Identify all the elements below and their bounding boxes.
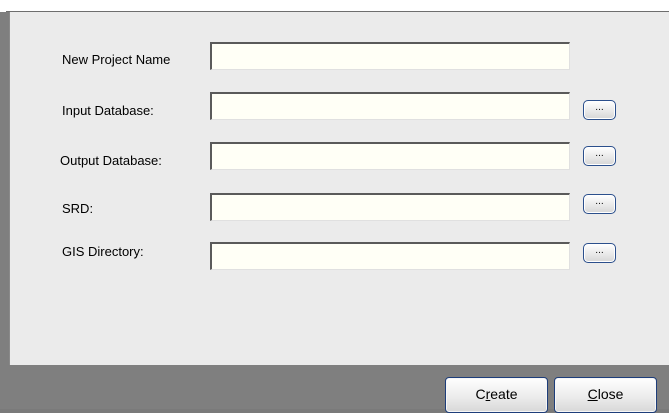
ellipsis-icon: ...: [595, 246, 604, 256]
ellipsis-icon: ...: [595, 149, 604, 159]
srd-field[interactable]: [210, 193, 570, 221]
ellipsis-icon: ...: [595, 103, 604, 113]
form-panel: New Project Name Input Database: ... Out…: [9, 12, 669, 365]
new-project-dialog: New Project Name Input Database: ... Out…: [0, 0, 669, 413]
gis-directory-label: GIS Directory:: [62, 244, 144, 259]
gis-directory-browse-button[interactable]: ...: [583, 243, 616, 263]
output-database-field[interactable]: [210, 142, 570, 170]
close-button[interactable]: Close: [554, 377, 657, 413]
input-database-label: Input Database:: [62, 103, 154, 118]
create-label-pre: C: [475, 386, 486, 402]
new-project-name-label: New Project Name: [62, 52, 171, 67]
gis-directory-field[interactable]: [210, 242, 570, 270]
create-button[interactable]: Create: [445, 377, 548, 413]
dialog-top-edge: [0, 0, 669, 12]
output-database-label: Output Database:: [60, 153, 162, 168]
input-database-field[interactable]: [210, 92, 570, 120]
close-mnemonic: C: [587, 386, 598, 402]
srd-browse-button[interactable]: ...: [583, 194, 616, 214]
input-database-browse-button[interactable]: ...: [583, 100, 616, 120]
srd-label: SRD:: [62, 201, 94, 216]
dialog-footer: Create Close: [9, 365, 669, 413]
create-label-post: eate: [490, 386, 518, 402]
ellipsis-icon: ...: [595, 197, 604, 207]
output-database-browse-button[interactable]: ...: [583, 146, 616, 166]
new-project-name-input[interactable]: [210, 42, 570, 70]
close-label-post: lose: [597, 386, 624, 402]
